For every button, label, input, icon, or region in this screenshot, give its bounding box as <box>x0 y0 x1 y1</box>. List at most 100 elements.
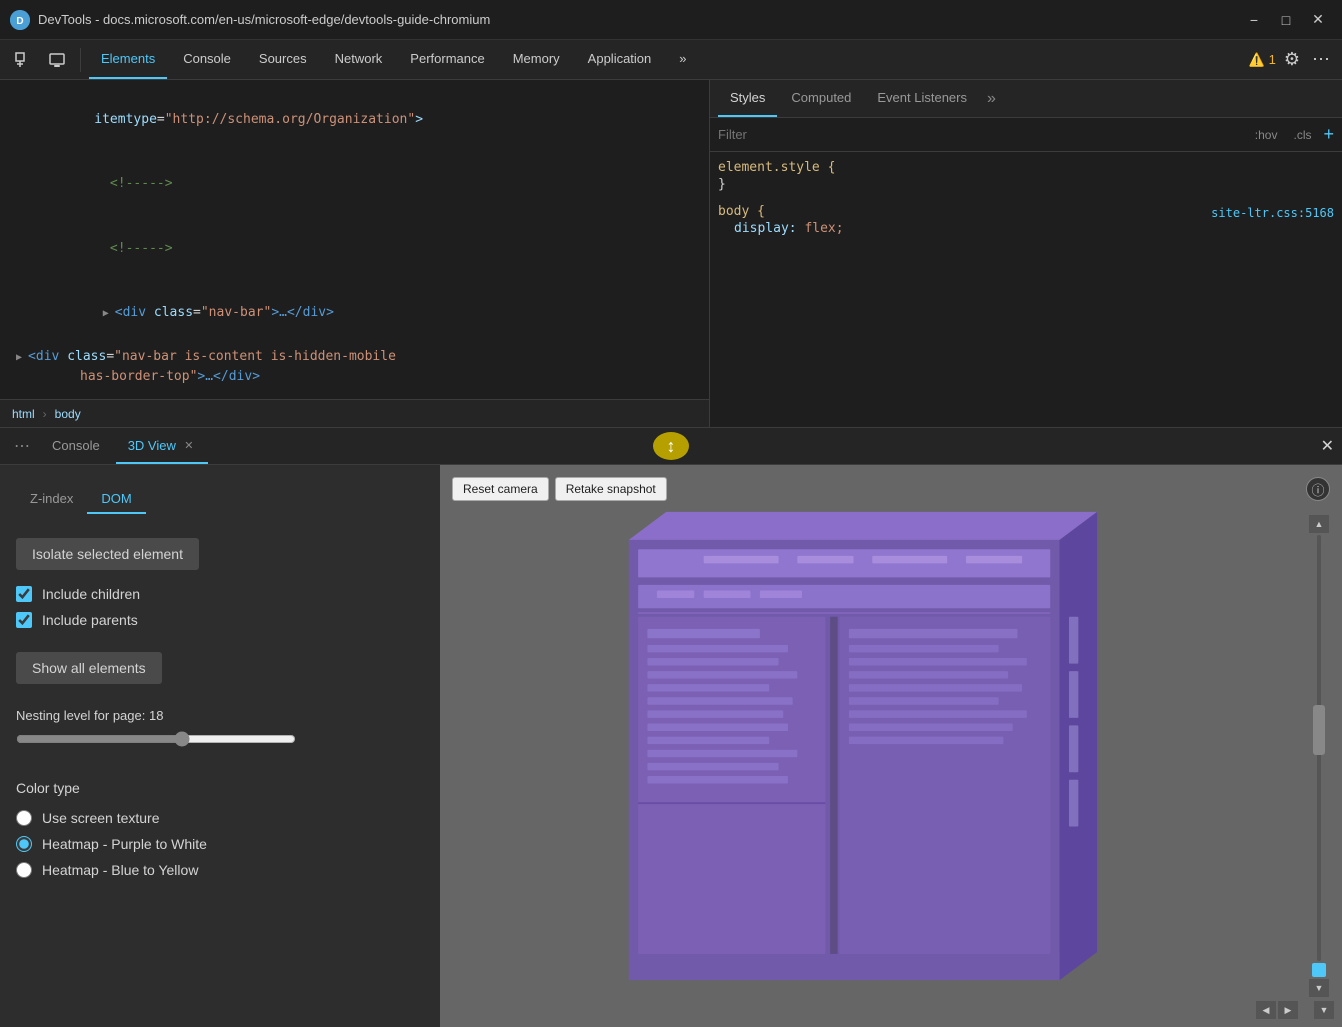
code-attr-name: itemtype <box>79 112 157 127</box>
resize-drag-handle[interactable]: ↕ <box>653 432 689 460</box>
reset-camera-button[interactable]: Reset camera <box>452 477 549 501</box>
maximize-button[interactable]: □ <box>1272 8 1300 32</box>
style-selector-body: body { <box>718 204 765 219</box>
scroll-right-button[interactable]: ▶ <box>1278 1001 1298 1019</box>
scroll-bottom-button[interactable]: ▼ <box>1314 1001 1334 1019</box>
more-options-icon[interactable]: ⋯ <box>1308 45 1334 74</box>
include-parents-input[interactable] <box>16 612 32 628</box>
warning-icon: ⚠️ <box>1248 52 1264 68</box>
tab-elements[interactable]: Elements <box>89 41 167 79</box>
sub-tab-z-index[interactable]: Z-index <box>16 485 87 514</box>
breadcrumb-bar: html › body <box>0 399 709 427</box>
style-prop-display: display: <box>718 221 797 236</box>
scroll-down-button[interactable]: ▼ <box>1309 979 1329 997</box>
tab-application[interactable]: Application <box>576 41 664 79</box>
radio-heatmap-blue-input[interactable] <box>16 862 32 878</box>
bottom-tab-bar: ⋯ Console 3D View ✕ ↕ ✕ <box>0 427 1342 465</box>
code-line: <!-----> <box>0 217 709 281</box>
nesting-label: Nesting level for page: 18 <box>16 708 424 723</box>
tab-event-listeners[interactable]: Event Listeners <box>865 81 979 117</box>
threed-visualization <box>440 465 1342 1027</box>
show-all-elements-button[interactable]: Show all elements <box>16 652 162 684</box>
code-line: <!-----> <box>0 152 709 216</box>
add-style-button[interactable]: + <box>1323 124 1334 145</box>
style-val-flex: flex; <box>797 221 844 236</box>
devtools-toolbar: Elements Console Sources Network Perform… <box>0 40 1342 80</box>
style-rule-element: element.style { } <box>718 160 1334 192</box>
color-type-label: Color type <box>16 780 424 796</box>
nesting-slider-container: Nesting level for page: 18 <box>16 708 424 752</box>
checkbox-group: Include children Include parents <box>16 586 424 628</box>
tab-styles[interactable]: Styles <box>718 81 777 117</box>
styles-tab-bar: Styles Computed Event Listeners » <box>710 80 1342 118</box>
code-line: </header> <box>0 389 709 399</box>
devtools-icon: D <box>10 10 30 30</box>
styles-panel: Styles Computed Event Listeners » :hov .… <box>710 80 1342 427</box>
title-bar: D DevTools - docs.microsoft.com/en-us/mi… <box>0 0 1342 40</box>
tab-performance[interactable]: Performance <box>398 41 496 79</box>
code-line: itemtype="http://schema.org/Organization… <box>0 88 709 152</box>
include-children-input[interactable] <box>16 586 32 602</box>
code-attr-value: "http://schema.org/Organization" <box>165 112 415 127</box>
tab-sources[interactable]: Sources <box>247 41 319 79</box>
horizontal-scroll-controls: ◀ ▶ <box>1256 1001 1298 1019</box>
threed-container: Z-index DOM Isolate selected element Inc… <box>0 465 1342 1027</box>
include-children-checkbox[interactable]: Include children <box>16 586 424 602</box>
styles-content: element.style { } body { site-ltr.css:51… <box>710 152 1342 427</box>
info-icon[interactable]: ⓘ <box>1306 477 1330 501</box>
radio-heatmap-purple-input[interactable] <box>16 836 32 852</box>
vertical-scrollbar[interactable]: ▲ ▼ <box>1312 515 1326 997</box>
style-rule-header: body { site-ltr.css:5168 <box>718 204 1334 221</box>
close-bottom-panel[interactable]: ✕ <box>1321 436 1334 456</box>
hov-button[interactable]: :hov <box>1251 126 1282 144</box>
device-emulation-icon[interactable] <box>42 45 72 75</box>
cls-button[interactable]: .cls <box>1289 126 1315 144</box>
svg-text:D: D <box>16 16 23 27</box>
bottom-more-tabs[interactable]: ⋯ <box>8 434 36 458</box>
sub-tab-dom[interactable]: DOM <box>87 485 145 514</box>
bottom-tab-console[interactable]: Console <box>40 428 112 464</box>
radio-screen-texture-input[interactable] <box>16 810 32 826</box>
scroll-up-button[interactable]: ▲ <box>1309 515 1329 533</box>
tab-console[interactable]: Console <box>171 41 243 79</box>
close-3d-view-tab[interactable]: ✕ <box>182 438 196 452</box>
scroll-thumb[interactable] <box>1313 705 1325 755</box>
radio-heatmap-purple[interactable]: Heatmap - Purple to White <box>16 836 424 852</box>
more-tabs-button[interactable]: » <box>667 41 698 79</box>
sub-tab-bar: Z-index DOM <box>16 485 424 514</box>
controls-panel: Z-index DOM Isolate selected element Inc… <box>0 465 440 1027</box>
tab-memory[interactable]: Memory <box>501 41 572 79</box>
tab-computed[interactable]: Computed <box>779 81 863 117</box>
color-type-section: Color type Use screen texture Heatmap - … <box>16 780 424 878</box>
include-parents-checkbox[interactable]: Include parents <box>16 612 424 628</box>
threed-view: Reset camera Retake snapshot ⓘ <box>440 465 1342 1027</box>
settings-icon[interactable]: ⚙ <box>1280 45 1304 74</box>
warning-count: 1 <box>1269 52 1276 67</box>
title-bar-text: DevTools - docs.microsoft.com/en-us/micr… <box>38 12 1232 27</box>
radio-group: Use screen texture Heatmap - Purple to W… <box>16 810 424 878</box>
code-view: itemtype="http://schema.org/Organization… <box>0 80 709 399</box>
isolate-selected-element-button[interactable]: Isolate selected element <box>16 538 199 570</box>
bottom-tab-3d-view[interactable]: 3D View ✕ <box>116 428 208 464</box>
radio-heatmap-blue[interactable]: Heatmap - Blue to Yellow <box>16 862 424 878</box>
retake-snapshot-button[interactable]: Retake snapshot <box>555 477 667 501</box>
code-panel: itemtype="http://schema.org/Organization… <box>0 80 710 427</box>
scroll-thumb-square[interactable] <box>1312 963 1326 977</box>
nesting-slider[interactable] <box>16 731 296 747</box>
code-line: ▶ <div class="nav-bar">…</div> <box>0 281 709 345</box>
scroll-left-button[interactable]: ◀ <box>1256 1001 1276 1019</box>
breadcrumb-body[interactable]: body <box>51 405 85 423</box>
style-selector: element.style { <box>718 160 1334 175</box>
style-source-link[interactable]: site-ltr.css:5168 <box>1211 206 1334 220</box>
tab-network[interactable]: Network <box>323 41 395 79</box>
inspect-element-icon[interactable] <box>8 45 38 75</box>
styles-filter-bar: :hov .cls + <box>710 118 1342 152</box>
minimize-button[interactable]: − <box>1240 8 1268 32</box>
styles-filter-input[interactable] <box>718 127 1243 142</box>
styles-more-tabs[interactable]: » <box>981 86 1002 112</box>
breadcrumb-html[interactable]: html <box>8 405 39 423</box>
close-button[interactable]: ✕ <box>1304 8 1332 32</box>
scroll-track <box>1317 535 1321 961</box>
radio-screen-texture[interactable]: Use screen texture <box>16 810 424 826</box>
title-bar-controls: − □ ✕ <box>1240 8 1332 32</box>
